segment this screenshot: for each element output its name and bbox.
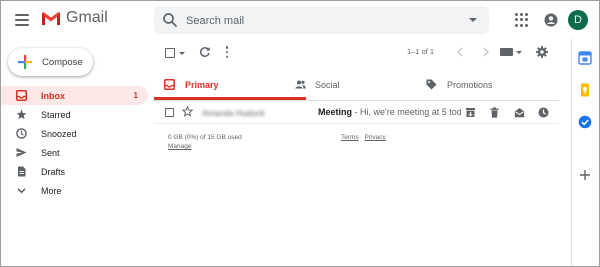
sidebar-item-label: Starred (41, 109, 71, 120)
delete-icon[interactable] (489, 107, 500, 118)
subject-line: Meeting - Hi, we're meeting at 5 toda (318, 107, 461, 117)
sidebar-item-label: Snoozed (41, 128, 77, 139)
chevron-left-icon[interactable] (456, 47, 464, 57)
inbox-icon (164, 79, 175, 90)
pagination-text: 1–1 of 1 (407, 47, 435, 56)
snooze-icon[interactable] (538, 107, 549, 118)
sidebar-item-more[interactable]: More (1, 181, 148, 200)
sidebar-item-snoozed[interactable]: Snoozed (1, 124, 148, 143)
tab-label: Promotions (447, 80, 493, 90)
avatar[interactable]: D (568, 10, 588, 30)
notifications-account-icon[interactable] (544, 13, 558, 27)
gmail-logo[interactable]: Gmail (41, 9, 108, 27)
plus-icon (18, 55, 32, 69)
gmail-m-icon (42, 11, 60, 25)
input-tools-caret-icon[interactable] (516, 51, 522, 54)
search-bar (154, 6, 489, 34)
sidebar-item-inbox[interactable]: Inbox 1 (1, 86, 148, 105)
sidebar-item-label: Inbox (41, 90, 65, 101)
tab-primary[interactable]: Primary (154, 71, 306, 100)
sidebar-item-sent[interactable]: Sent (1, 143, 148, 162)
tab-label: Primary (185, 80, 219, 90)
mark-read-icon[interactable] (514, 107, 525, 118)
search-options-icon[interactable] (469, 18, 477, 22)
gmail-window: Gmail D Compose (0, 0, 600, 267)
sidebar-item-starred[interactable]: Starred (1, 105, 148, 124)
tab-promotions[interactable]: Promotions (420, 71, 559, 99)
chevron-right-icon[interactable] (482, 47, 490, 57)
keep-icon[interactable] (578, 83, 592, 97)
footer-links: Terms · Privacy (341, 134, 386, 141)
subject-separator: - (352, 107, 361, 117)
main-menu-icon[interactable] (13, 11, 31, 29)
select-all-checkbox[interactable] (165, 48, 175, 58)
gear-icon[interactable] (536, 46, 548, 58)
tasks-icon[interactable] (578, 115, 592, 129)
tag-icon (426, 79, 437, 90)
add-icon[interactable] (578, 168, 592, 182)
star-outline-icon[interactable] (182, 106, 193, 117)
calendar-icon[interactable] (578, 51, 592, 65)
keyboard-icon[interactable] (500, 48, 513, 56)
sidebar-nav: Inbox 1 Starred Snoozed Sent Drafts More (1, 86, 148, 200)
sidebar-item-label: More (41, 185, 62, 196)
category-tabs: Primary Social Promotions (154, 71, 559, 101)
unread-count: 1 (133, 91, 138, 100)
draft-icon (18, 166, 26, 177)
compose-button[interactable]: Compose (8, 48, 93, 76)
sidebar-item-label: Sent (41, 147, 60, 158)
side-panel (571, 39, 599, 266)
sidebar-item-label: Drafts (41, 166, 66, 177)
more-vert-icon[interactable] (225, 46, 229, 58)
mail-toolbar: 1–1 of 1 (154, 41, 559, 65)
table-row[interactable]: Amanda Hudock Meeting - Hi, we're meetin… (154, 102, 559, 124)
email-subject: Meeting (318, 107, 353, 117)
star-icon (16, 109, 27, 120)
search-icon[interactable] (162, 12, 178, 28)
sender-name: Amanda Hudock (202, 108, 265, 118)
select-options-icon[interactable] (179, 52, 185, 55)
manage-storage-link[interactable]: Manage (168, 143, 192, 150)
terms-link[interactable]: Terms (341, 134, 359, 141)
privacy-link[interactable]: Privacy (364, 134, 385, 141)
header: Gmail D (1, 1, 599, 39)
tab-label: Social (315, 80, 340, 90)
clock-icon (16, 128, 27, 139)
row-checkbox[interactable] (165, 108, 174, 117)
search-input[interactable] (184, 10, 448, 32)
email-snippet: Hi, we're meeting at 5 toda (360, 107, 461, 117)
sidebar-item-drafts[interactable]: Drafts (1, 162, 148, 181)
app-name: Gmail (66, 9, 108, 26)
tab-social[interactable]: Social (289, 71, 419, 99)
apps-grid-icon[interactable] (515, 13, 529, 27)
storage-usage: 0 GB (0%) of 15 GB used (168, 134, 242, 141)
refresh-icon[interactable] (199, 46, 211, 58)
chevron-down-icon (17, 188, 26, 194)
send-icon (16, 148, 27, 157)
inbox-icon (16, 90, 27, 101)
compose-label: Compose (42, 56, 83, 68)
archive-icon[interactable] (465, 107, 476, 118)
people-icon (295, 80, 306, 89)
